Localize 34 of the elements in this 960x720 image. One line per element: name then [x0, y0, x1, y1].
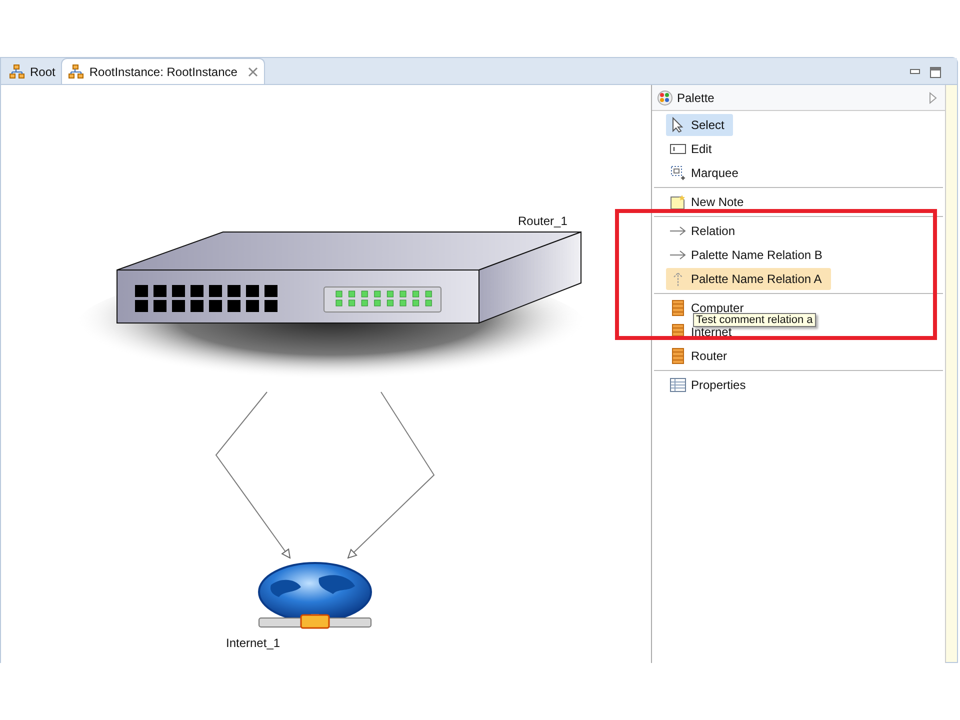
- hierarchy-icon: [9, 64, 25, 80]
- palette-item[interactable]: Palette Name Relation B: [666, 244, 832, 266]
- minimize-icon[interactable]: [910, 69, 920, 75]
- palette-item[interactable]: Relation: [666, 220, 744, 242]
- text-box-icon: [670, 143, 686, 155]
- editor-tab[interactable]: Root: [3, 60, 62, 84]
- palette-item[interactable]: Properties: [666, 374, 755, 396]
- node-label: Router_1: [518, 213, 568, 230]
- node-label: Internet_1: [226, 635, 280, 652]
- editor-tab[interactable]: RootInstance: RootInstance: [61, 58, 266, 84]
- hierarchy-icon: [68, 64, 84, 80]
- palette-item[interactable]: Palette Name Relation A: [666, 268, 831, 290]
- arrow-icon: [669, 226, 687, 236]
- close-icon[interactable]: [248, 66, 258, 76]
- expand-arrow-icon[interactable]: [929, 92, 937, 104]
- palette-title: Palette: [677, 90, 716, 106]
- palette-icon: [657, 90, 673, 106]
- palette-item[interactable]: Marquee: [666, 162, 748, 184]
- arrow-icon: [669, 250, 687, 260]
- stack-icon: [672, 348, 684, 364]
- up-arrow-icon: [672, 271, 684, 287]
- tooltip: Test comment relation a: [693, 313, 816, 327]
- table-icon: [670, 378, 686, 392]
- cursor-icon: [671, 117, 685, 133]
- maximize-icon[interactable]: [930, 66, 941, 78]
- stack-icon: [672, 300, 684, 316]
- note-icon: [670, 194, 686, 210]
- palette-item[interactable]: Router: [666, 345, 736, 367]
- palette-item[interactable]: Select: [666, 114, 734, 136]
- dotted-selection-icon: [670, 165, 686, 181]
- palette-item[interactable]: New Note: [666, 191, 753, 213]
- diagram-canvas[interactable]: Router_1 Internet_1: [1, 85, 652, 663]
- palette-item[interactable]: Edit: [666, 138, 721, 160]
- globe-server-drawing[interactable]: [257, 561, 373, 629]
